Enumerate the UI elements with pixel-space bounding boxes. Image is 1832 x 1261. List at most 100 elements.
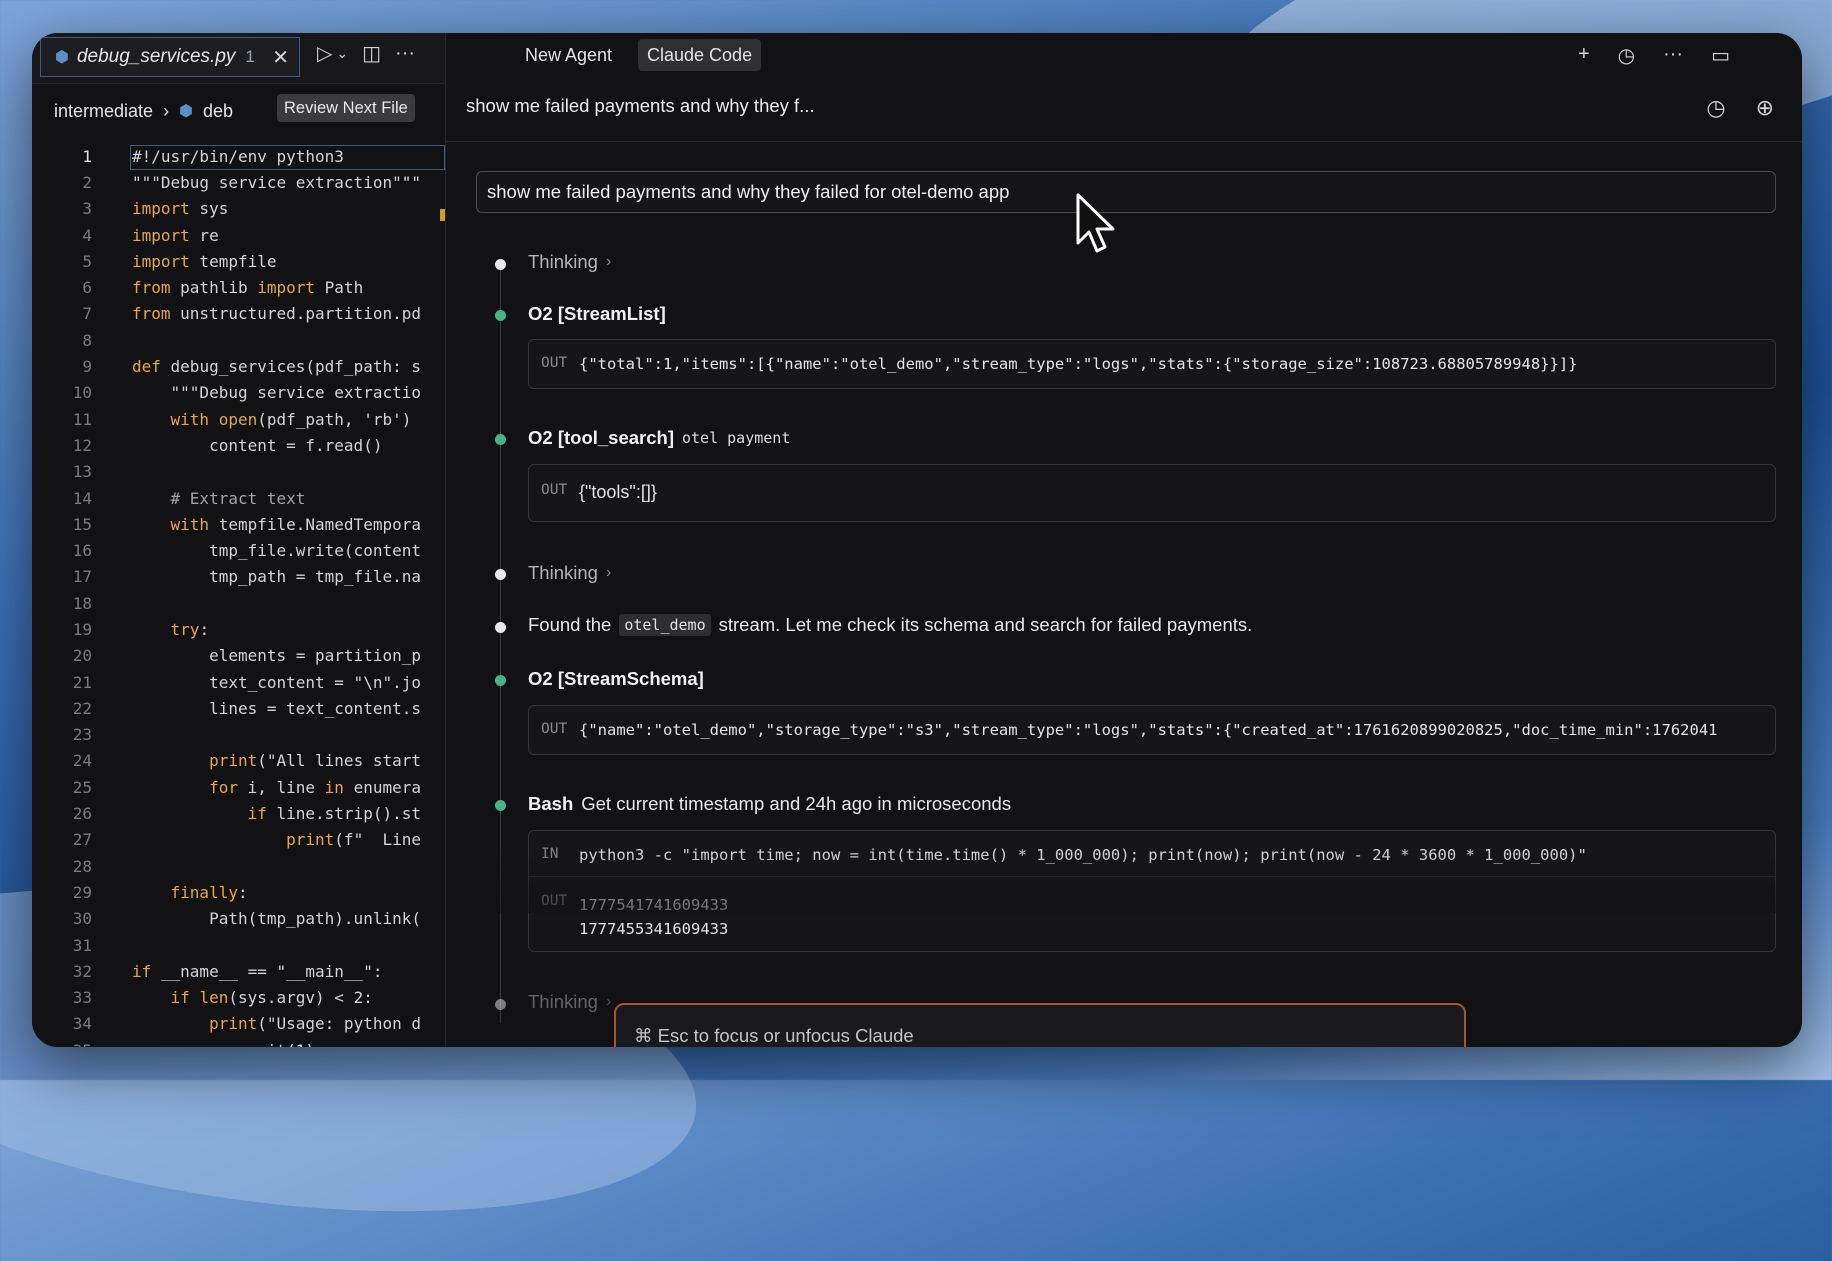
code-line[interactable]: 19 try: <box>32 616 445 642</box>
thinking-step[interactable]: Thinking › <box>528 991 611 1013</box>
line-number: 6 <box>82 278 92 298</box>
code-line[interactable]: 24 print("All lines start <box>32 748 445 774</box>
code-text: print("Usage: python d <box>209 1014 421 1034</box>
file-tab[interactable]: ⬢ debug_services.py 1 ✕ <box>40 37 300 77</box>
code-line[interactable]: 8 <box>32 327 445 353</box>
file-tab-name: debug_services.py <box>76 46 236 67</box>
code-line[interactable]: 13 <box>32 459 445 485</box>
code-line[interactable]: 14 # Extract text <box>32 485 445 511</box>
code-line[interactable]: 12 content = f.read() <box>32 432 445 458</box>
user-prompt-message[interactable]: show me failed payments and why they fai… <box>476 171 1776 213</box>
streamschema-step[interactable]: O2 [StreamSchema] <box>528 668 704 690</box>
code-line[interactable]: 32 if __name__ == "__main__": <box>32 958 445 984</box>
toggle-panel-icon[interactable]: ▭ <box>1711 43 1730 68</box>
code-text: with tempfile.NamedTempora <box>170 514 421 534</box>
timeline-dot-success <box>495 434 506 445</box>
code-line[interactable]: 7 from unstructured.partition.pd <box>32 301 445 327</box>
breadcrumb-file[interactable]: deb <box>203 101 233 122</box>
code-line[interactable]: 15 with tempfile.NamedTempora <box>32 511 445 537</box>
tab-new-agent[interactable]: New Agent <box>516 39 621 71</box>
thinking-step[interactable]: Thinking › <box>528 562 611 584</box>
code-line[interactable]: 16 tmp_file.write(content <box>32 537 445 563</box>
breadcrumb-folder[interactable]: intermediate <box>54 101 153 122</box>
line-number: 35 <box>32 1041 132 1047</box>
line-number: 34 <box>72 1014 92 1034</box>
tool-name: O2 [StreamList] <box>528 303 666 324</box>
history-icon[interactable]: ◷ <box>1618 43 1635 68</box>
code-line[interactable]: 35 sys.exit(1) <box>32 1037 445 1047</box>
code-line[interactable]: 17 tmp_path = tmp_file.na <box>32 564 445 590</box>
code-line[interactable]: 29 finally: <box>32 879 445 905</box>
code-line[interactable]: 5 import tempfile <box>32 248 445 274</box>
line-number: 30 <box>72 909 92 929</box>
python-file-icon: ⬢ <box>55 49 69 66</box>
line-number: 14 <box>72 488 92 508</box>
code-line[interactable]: 18 <box>32 590 445 616</box>
input-placeholder: ⌘ Esc to focus or unfocus Claude <box>634 1025 914 1046</box>
bash-step[interactable]: Bash Get current timestamp and 24h ago i… <box>528 793 1011 815</box>
more-icon[interactable]: ··· <box>1663 43 1683 68</box>
line-number: 9 <box>82 357 92 377</box>
code-line[interactable]: 30 Path(tmp_path).unlink( <box>32 906 445 932</box>
code-line[interactable]: 4 import re <box>32 222 445 248</box>
code-line[interactable]: 26 if line.strip().st <box>32 800 445 826</box>
chat-input[interactable]: ⌘ Esc to focus or unfocus Claude <box>614 1003 1466 1047</box>
thinking-step[interactable]: Thinking › <box>528 251 611 273</box>
breadcrumb: intermediate › ⬢ deb <box>54 91 233 131</box>
code-line[interactable]: 28 <box>32 853 445 879</box>
editor-actions: ▷ ⌄ ◫ ··· <box>317 41 415 66</box>
chevron-right-icon: › <box>605 564 612 581</box>
code-line[interactable]: 23 <box>32 722 445 748</box>
code-text: content = f.read() <box>132 435 383 455</box>
add-icon[interactable]: + <box>1578 43 1590 68</box>
streamlist-step[interactable]: O2 [StreamList] <box>528 303 666 325</box>
out-tag: OUT <box>541 893 568 909</box>
code-text: if line.strip().st <box>247 804 421 824</box>
code-line[interactable]: 33 if len(sys.argv) < 2: <box>32 985 445 1011</box>
code-text: lines = text_content.s <box>132 698 421 718</box>
code-line[interactable]: 25 for i, line in enumera <box>32 774 445 800</box>
tool-search-step[interactable]: O2 [tool_search] otel payment <box>528 427 790 449</box>
code-text: def debug_services(pdf_path: s <box>132 357 421 377</box>
code-text: elements = partition_p <box>132 646 421 666</box>
code-line[interactable]: 27 print(f" Line <box>32 827 445 853</box>
agent-toolbar: + ◷ ··· ▭ <box>1578 43 1730 68</box>
code-line[interactable]: 20 elements = partition_p <box>32 643 445 669</box>
review-next-file-button[interactable]: Review Next File <box>277 94 415 122</box>
line-number: 8 <box>82 330 92 350</box>
output-text: {"name":"otel_demo","storage_type":"s3",… <box>579 721 1718 739</box>
code-text: tmp_path = tmp_file.na <box>132 567 421 587</box>
code-line[interactable]: 6 from pathlib import Path <box>32 274 445 300</box>
run-menu-chevron-icon[interactable]: ⌄ <box>336 45 348 62</box>
code-text: from unstructured.partition.pd <box>132 304 421 324</box>
timeline-dot <box>495 622 506 633</box>
tab-claude-code[interactable]: Claude Code <box>638 39 762 71</box>
output-text: {"total":1,"items":[{"name":"otel_demo",… <box>579 355 1578 373</box>
run-icon[interactable]: ▷ <box>317 41 332 66</box>
code-area[interactable]: 1 #!/usr/bin/env python3 2 """Debug service… <box>32 143 445 1047</box>
code-line[interactable]: 11 with open(pdf_path, 'rb') <box>32 406 445 432</box>
line-number: 16 <box>72 541 92 561</box>
code-editor-pane: ⬢ debug_services.py 1 ✕ ▷ ⌄ ◫ ··· interm… <box>32 33 446 1047</box>
out-tag: OUT <box>541 721 568 737</box>
code-line[interactable]: 10 """Debug service extractio <box>32 380 445 406</box>
code-line[interactable]: 2 """Debug service extraction""" <box>32 169 445 195</box>
assistant-message: Found the otel_demo stream. Let me check… <box>528 614 1252 636</box>
code-text: """Debug service extraction""" <box>132 172 421 192</box>
code-line[interactable]: 1 #!/usr/bin/env python3 <box>32 143 445 169</box>
code-text: try: <box>170 619 210 639</box>
code-line[interactable]: 22 lines = text_content.s <box>32 695 445 721</box>
code-line[interactable]: 3 import sys <box>32 196 445 222</box>
code-line[interactable]: 9 def debug_services(pdf_path: s <box>32 353 445 379</box>
close-icon[interactable]: ✕ <box>272 45 289 70</box>
code-line[interactable]: 21 text_content = "\n".jo <box>32 669 445 695</box>
split-editor-icon[interactable]: ◫ <box>362 41 381 66</box>
more-actions-icon[interactable]: ··· <box>395 42 415 65</box>
timeline-dot <box>495 999 506 1010</box>
session-history-icon[interactable]: ◷ <box>1706 95 1725 121</box>
code-line[interactable]: 31 <box>32 932 445 958</box>
new-chat-icon[interactable]: ⊕ <box>1756 95 1774 121</box>
code-line[interactable]: 34 print("Usage: python d <box>32 1011 445 1037</box>
message-text: Found the <box>528 614 612 635</box>
divider <box>446 141 1802 142</box>
